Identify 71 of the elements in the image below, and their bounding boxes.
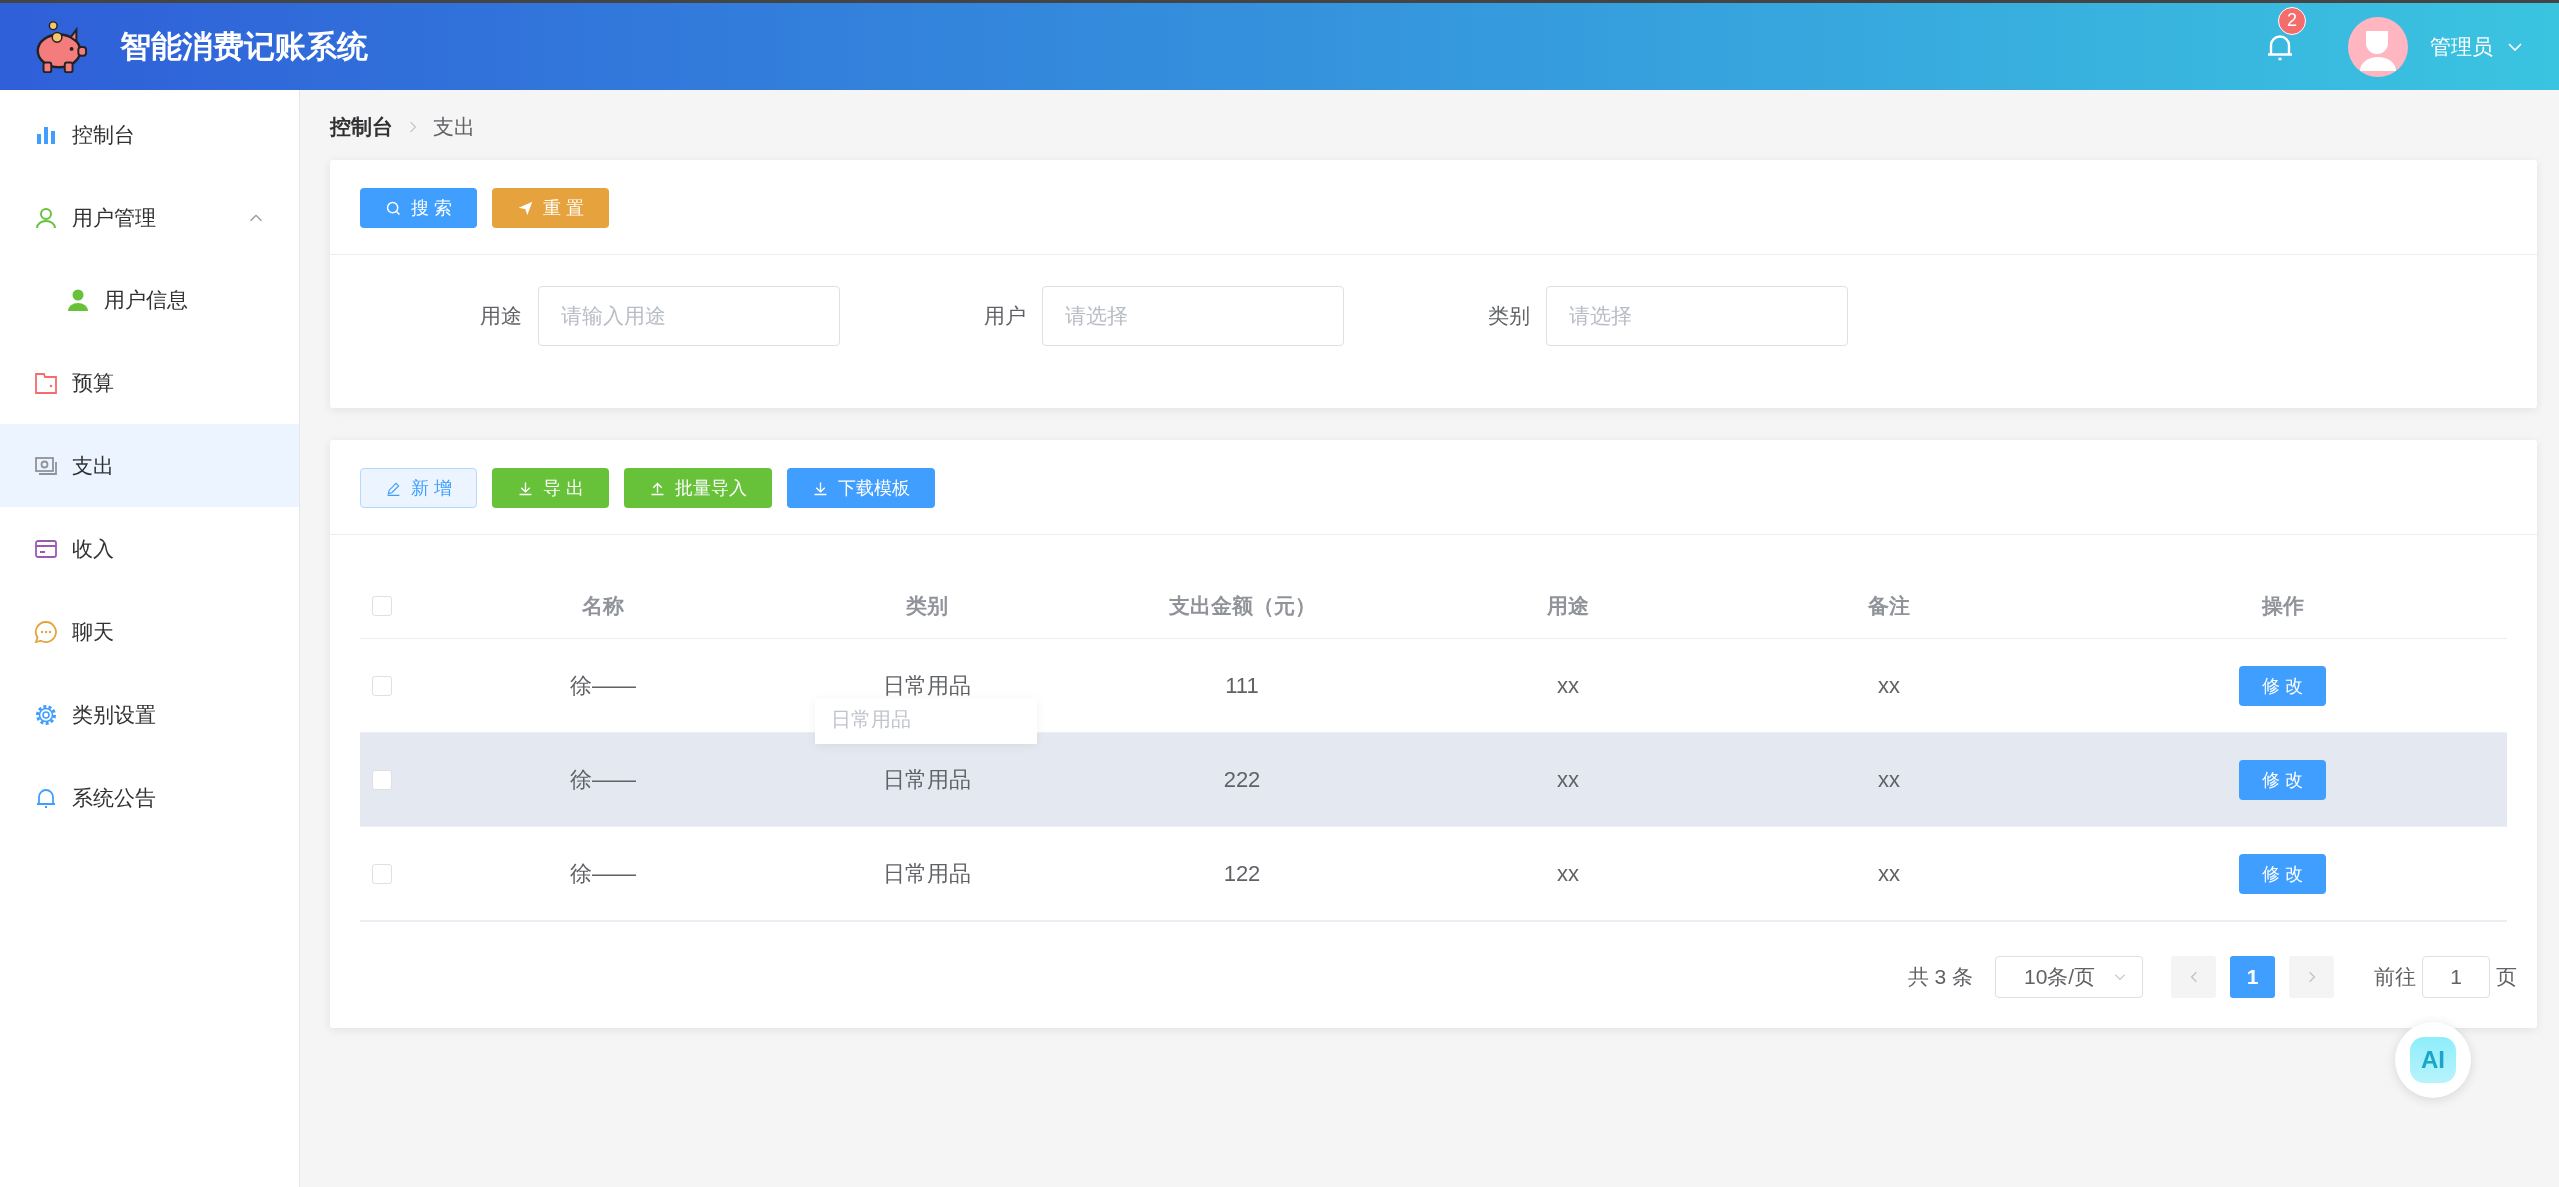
sidebar-item[interactable]: 聊天 bbox=[0, 590, 299, 673]
table-cell: xx bbox=[1557, 766, 1579, 793]
field-label: 类别 bbox=[1488, 303, 1530, 329]
user-icon bbox=[34, 205, 58, 230]
sidebar-item[interactable]: 预算 bbox=[0, 341, 299, 424]
table-cell: xx bbox=[1878, 672, 1900, 699]
table-cell: xx bbox=[1557, 672, 1579, 699]
field-label: 用户 bbox=[984, 303, 1026, 329]
table-cell: 122 bbox=[1223, 860, 1261, 887]
sidebar-item[interactable]: 控制台 bbox=[0, 93, 299, 176]
table-cell-text: 日常用品 bbox=[883, 671, 971, 700]
checkbox[interactable] bbox=[372, 595, 392, 616]
settings-icon bbox=[34, 702, 58, 727]
sidebar-label: 预算 bbox=[72, 369, 114, 396]
sidebar-item[interactable]: 系统公告 bbox=[0, 756, 299, 839]
checkbox[interactable] bbox=[372, 769, 392, 790]
sidebar-item[interactable]: 用户信息 bbox=[0, 259, 299, 341]
sidebar-label: 收入 bbox=[72, 535, 114, 562]
sidebar-label: 聊天 bbox=[72, 618, 114, 645]
table-cell-text: 日常用品 bbox=[883, 859, 971, 888]
notification-badge: 2 bbox=[2278, 6, 2306, 35]
table-cell: 222 bbox=[1223, 766, 1261, 793]
breadcrumb-item[interactable]: 控制台 bbox=[330, 113, 393, 141]
table-cell: xx bbox=[1557, 860, 1579, 887]
sidebar-item[interactable]: 类别设置 bbox=[0, 673, 299, 756]
chat-icon bbox=[34, 619, 58, 644]
page-input[interactable]: 1 bbox=[2422, 956, 2490, 998]
table-cell: xx bbox=[1878, 766, 1900, 793]
input-field[interactable]: 请输入用途 bbox=[538, 286, 840, 346]
breadcrumb-item: 支出 bbox=[433, 114, 475, 140]
total-count: 共 3 条 bbox=[1907, 964, 1973, 990]
table-cell: xx bbox=[1878, 860, 1900, 887]
column-header: 支出金额（元） bbox=[1168, 592, 1316, 619]
input-field[interactable]: 请选择 bbox=[1042, 286, 1344, 346]
sidebar-label: 用户信息 bbox=[104, 287, 188, 313]
table-cell: 111 bbox=[1225, 672, 1259, 699]
user-icon bbox=[66, 288, 90, 312]
tooltip: 日常用品 bbox=[815, 698, 1037, 744]
column-header: 备注 bbox=[1868, 592, 1910, 619]
next-page-button[interactable] bbox=[2289, 956, 2334, 998]
column-header: 名称 bbox=[582, 592, 624, 619]
column-header: 用途 bbox=[1547, 592, 1589, 619]
table-row[interactable]: 徐—— 日常用品 222 xx xx 修 改 bbox=[360, 733, 2507, 827]
page-suffix: 页 bbox=[2496, 964, 2517, 990]
sidebar-label: 支出 bbox=[72, 452, 114, 479]
page-size-select[interactable]: 10条/页 bbox=[1995, 956, 2143, 998]
goto-label: 前往 bbox=[2374, 964, 2416, 990]
avatar-icon[interactable] bbox=[2348, 16, 2408, 77]
wallet-icon bbox=[34, 370, 58, 395]
column-header: 类别 bbox=[906, 592, 948, 619]
search-icon bbox=[385, 199, 402, 217]
app-title: 智能消费记账系统 bbox=[120, 27, 368, 66]
checkbox[interactable] bbox=[372, 863, 392, 884]
input-field[interactable]: 请选择 bbox=[1546, 286, 1848, 346]
table-cell-text: 徐—— bbox=[570, 671, 636, 700]
previous-page-button[interactable] bbox=[2171, 956, 2216, 998]
paper-plane-icon bbox=[517, 199, 534, 217]
sidebar-item[interactable]: 收入 bbox=[0, 507, 299, 590]
sidebar-label: 类别设置 bbox=[72, 701, 156, 728]
table-cell-text: 日常用品 bbox=[883, 765, 971, 794]
field-label: 用途 bbox=[480, 303, 522, 329]
sidebar-item[interactable]: 支出 bbox=[0, 424, 299, 507]
sidebar-label: 系统公告 bbox=[72, 784, 156, 811]
table-cell-text: 徐—— bbox=[570, 765, 636, 794]
sidebar-item[interactable]: 用户管理 bbox=[0, 176, 299, 259]
sidebar-label: 控制台 bbox=[72, 121, 135, 148]
table-row[interactable]: 徐—— 日常用品 122 xx xx 修 改 bbox=[360, 827, 2507, 921]
table-cell-text: 徐—— bbox=[570, 859, 636, 888]
sidebar-label: 用户管理 bbox=[72, 204, 156, 231]
checkbox[interactable] bbox=[372, 675, 392, 696]
column-header: 操作 bbox=[2261, 592, 2304, 619]
